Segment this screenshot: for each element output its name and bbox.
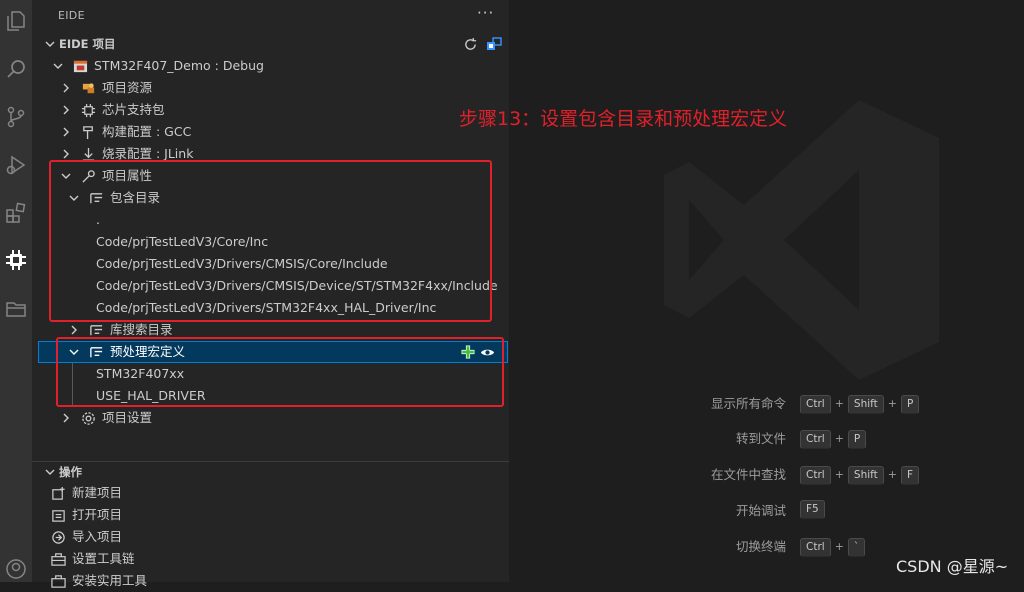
resources-icon (80, 80, 96, 96)
shortcut-label: 显示所有命令 (710, 396, 786, 411)
explorer-icon[interactable] (3, 8, 29, 34)
hammer-icon (80, 124, 96, 140)
tree-item-label: 构建配置 : GCC (102, 124, 192, 139)
chevron-down-icon (42, 33, 58, 55)
key: Ctrl (800, 429, 831, 449)
key: P (901, 394, 920, 414)
chip-icon (80, 102, 96, 118)
tree-item-label: 芯片支持包 (102, 102, 165, 117)
project-label: STM32F407_Demo : Debug (94, 58, 264, 73)
activity-bar (0, 0, 32, 582)
highlight-box-include (49, 160, 492, 322)
key: Ctrl (800, 465, 831, 485)
tree-item-chip-support[interactable]: 芯片支持包 (40, 99, 500, 121)
extensions-icon[interactable] (3, 200, 29, 226)
shortcut-keys: Ctrl + ` (800, 536, 866, 558)
chevron-right-icon (58, 99, 74, 121)
section-eide-project[interactable]: EIDE 项目 (40, 33, 500, 55)
op-install-tools[interactable]: 安装实用工具 (40, 570, 500, 592)
key: Ctrl (800, 537, 831, 557)
shortcut-label: 开始调试 (735, 503, 786, 518)
project-node[interactable]: STM32F407_Demo : Debug (40, 55, 500, 77)
key: Shift (847, 465, 884, 485)
shortcut-label: 在文件中查找 (710, 467, 786, 482)
shortcut-keys: Ctrl + P (800, 428, 867, 450)
switch-project-icon[interactable] (485, 35, 503, 53)
list-config-icon (88, 322, 104, 338)
source-control-icon[interactable] (3, 104, 29, 130)
folder-panel-icon[interactable] (3, 296, 29, 322)
chevron-right-icon (58, 77, 74, 99)
shortcut-keys: F5 (800, 500, 825, 519)
run-debug-icon[interactable] (3, 152, 29, 178)
shortcut-keys: Ctrl + Shift + P (800, 393, 920, 415)
key: Ctrl (800, 394, 831, 414)
tree-item-build-config[interactable]: 构建配置 : GCC (40, 121, 500, 143)
key: F (901, 465, 920, 485)
shortcut-goto-file: 转到文件 Ctrl + P (0, 428, 1024, 450)
shortcut-find-in-files: 在文件中查找 Ctrl + Shift + F (0, 464, 1024, 486)
key: P (847, 429, 867, 449)
refresh-icon[interactable] (461, 35, 479, 53)
shortcut-label: 转到文件 (735, 431, 786, 446)
project-icon (72, 58, 88, 74)
shortcut-show-commands: 显示所有命令 Ctrl + Shift + P (0, 393, 1024, 415)
account-icon[interactable] (3, 556, 29, 582)
section-title: EIDE 项目 (59, 37, 116, 51)
tree-item-resources[interactable]: 项目资源 (40, 77, 500, 99)
chevron-right-icon (58, 121, 74, 143)
search-icon[interactable] (3, 56, 29, 82)
key: Shift (847, 394, 884, 414)
key: F5 (800, 500, 825, 519)
shortcut-toggle-terminal: 切换终端 Ctrl + ` (0, 536, 1024, 558)
more-actions-icon[interactable]: ··· (477, 4, 494, 22)
csdn-watermark: CSDN @星源~ (896, 557, 1009, 576)
eide-chip-icon[interactable] (3, 247, 29, 273)
key: ` (847, 537, 866, 557)
tree-item-label: 项目资源 (102, 80, 153, 95)
shortcut-start-debug: 开始调试 F5 (0, 500, 1024, 522)
chevron-down-icon (50, 55, 66, 77)
new-project-icon (50, 485, 66, 501)
op-label: 安装实用工具 (72, 573, 148, 588)
shortcut-keys: Ctrl + Shift + F (800, 464, 920, 486)
shortcut-label: 切换终端 (735, 539, 786, 554)
sidebar-title: EIDE (58, 9, 85, 22)
vscode-logo-icon (664, 100, 939, 380)
install-tools-icon (50, 573, 66, 589)
